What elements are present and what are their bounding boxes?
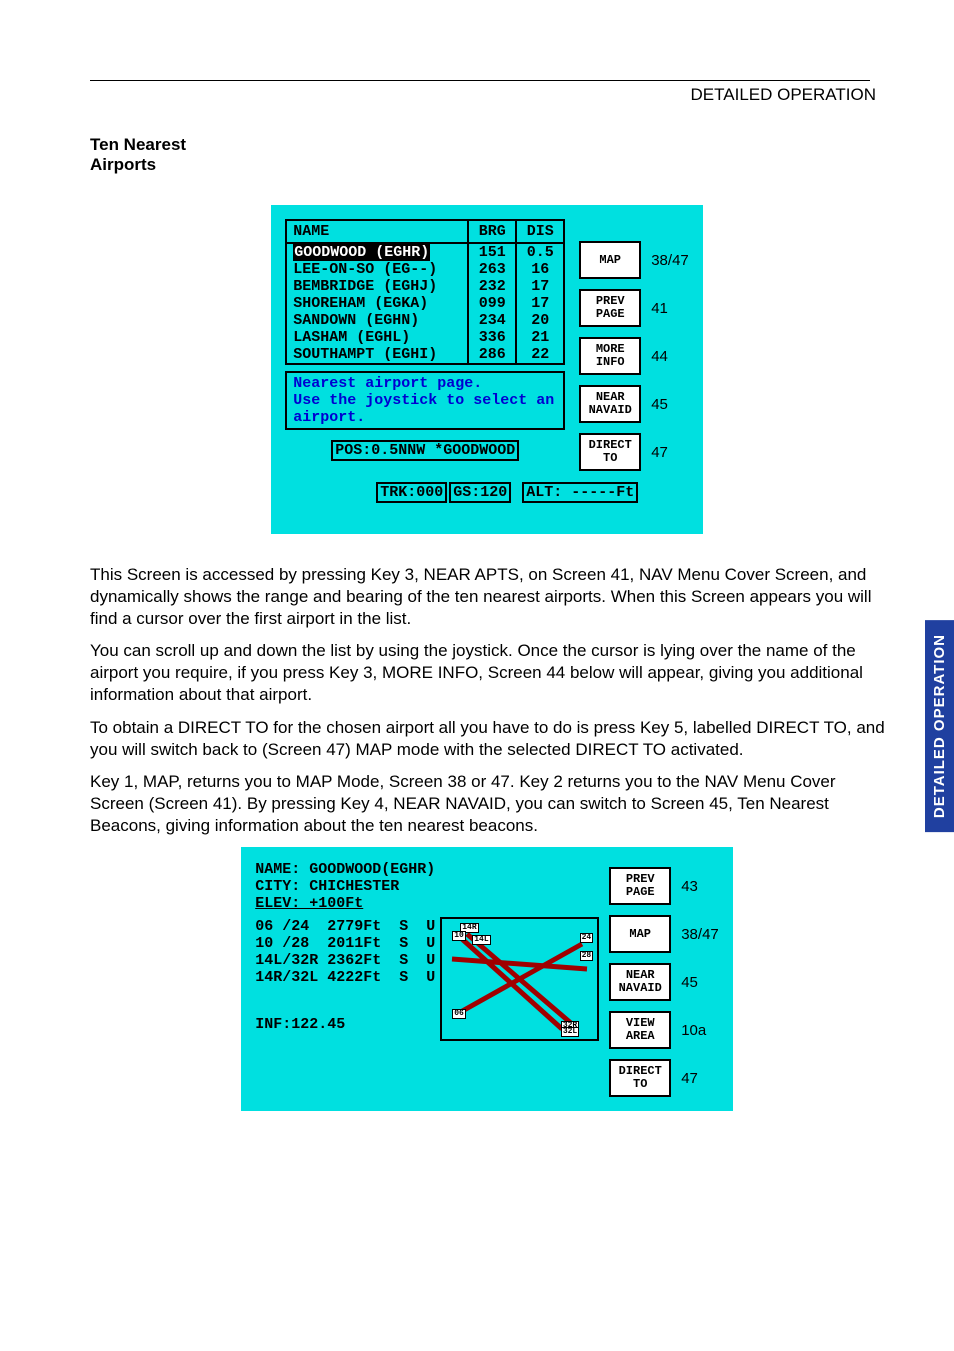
col-brg: BRG (467, 221, 515, 242)
softkey-ref: 38/47 (681, 926, 719, 943)
body-paragraph: This Screen is accessed by pressing Key … (90, 564, 890, 630)
table-row[interactable]: SANDOWN (EGHN)23420 (287, 312, 563, 329)
softkey-ref: 38/47 (651, 252, 689, 269)
softkey-ref: 47 (651, 444, 668, 461)
airport-info-screen: NAME: GOODWOOD(EGHR) CITY: CHICHESTER EL… (241, 847, 733, 1111)
side-tab: DETAILED OPERATION (925, 620, 954, 832)
page-header: DETAILED OPERATION (90, 85, 884, 105)
softkey-ref: 45 (681, 974, 698, 991)
section-title: Ten Nearest Airports (90, 135, 884, 175)
softkey-button[interactable]: DIRECT TO (609, 1059, 671, 1097)
softkey-button[interactable]: NEAR NAVAID (609, 963, 671, 1001)
softkey-button[interactable]: NEAR NAVAID (579, 385, 641, 423)
softkey-button[interactable]: MORE INFO (579, 337, 641, 375)
softkey-button[interactable]: DIRECT TO (579, 433, 641, 471)
trk-gs-alt: TRK:000GS:120 ALT: -----Ft (285, 465, 565, 520)
softkey-ref: 10a (681, 1022, 706, 1039)
softkey-ref: 41 (651, 300, 668, 317)
runway-diagram: 14R 10 14L 24 28 06 32R 32L (440, 917, 599, 1041)
table-row[interactable]: SOUTHAMPT (EGHI)28622 (287, 346, 563, 363)
softkey-button[interactable]: PREV PAGE (579, 289, 641, 327)
softkey-ref: 47 (681, 1070, 698, 1087)
body-paragraph: You can scroll up and down the list by u… (90, 640, 890, 706)
softkey-button[interactable]: MAP (609, 915, 671, 953)
table-row[interactable]: SHOREHAM (EGKA)09917 (287, 295, 563, 312)
hint-box: Nearest airport page. Use the joystick t… (285, 371, 565, 430)
airport-table: NAME BRG DIS GOODWOOD (EGHR)1510.5LEE-ON… (285, 219, 565, 365)
airport-info: NAME: GOODWOOD(EGHR) CITY: CHICHESTER EL… (255, 861, 595, 912)
softkey-ref: 45 (651, 396, 668, 413)
col-name: NAME (287, 221, 467, 242)
body-paragraph: To obtain a DIRECT TO for the chosen air… (90, 717, 890, 761)
nearest-airports-screen: NAME BRG DIS GOODWOOD (EGHR)1510.5LEE-ON… (271, 205, 703, 534)
table-row[interactable]: GOODWOOD (EGHR)1510.5 (287, 244, 563, 261)
col-dis: DIS (515, 221, 563, 242)
softkey-button[interactable]: VIEW AREA (609, 1011, 671, 1049)
table-row[interactable]: LASHAM (EGHL)33621 (287, 329, 563, 346)
softkey-ref: 44 (651, 348, 668, 365)
pos-status: POS:0.5NNW *GOODWOOD (285, 440, 565, 461)
softkey-ref: 43 (681, 878, 698, 895)
body-paragraph: Key 1, MAP, returns you to MAP Mode, Scr… (90, 771, 890, 837)
softkey-button[interactable]: MAP (579, 241, 641, 279)
table-row[interactable]: LEE-ON-SO (EG--)26316 (287, 261, 563, 278)
table-row[interactable]: BEMBRIDGE (EGHJ)23217 (287, 278, 563, 295)
softkey-button[interactable]: PREV PAGE (609, 867, 671, 905)
